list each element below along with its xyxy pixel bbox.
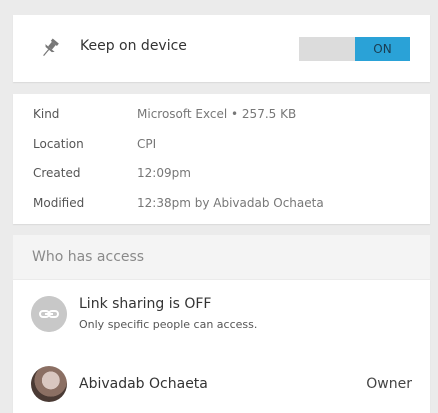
link-icon (31, 296, 67, 332)
pin-icon (43, 38, 59, 57)
detail-value: 12:09pm (137, 166, 191, 180)
who-has-access-title: Who has access (32, 249, 145, 265)
link-sharing-description: Only specific people can access. (79, 318, 258, 331)
owner-name: Abivadab Ochaeta (79, 376, 208, 392)
toggle-on-indicator: ON (355, 37, 410, 61)
detail-key: Modified (33, 196, 85, 210)
detail-key: Kind (33, 107, 60, 121)
keep-on-device-card: Keep on device ON (13, 15, 430, 82)
access-card: Link sharing is OFF Only specific people… (13, 280, 430, 413)
detail-value: CPI (137, 137, 157, 151)
who-has-access-header: Who has access (13, 235, 430, 279)
detail-key: Created (33, 166, 81, 180)
detail-key: Location (33, 137, 84, 151)
owner-role: Owner (366, 376, 412, 392)
keep-on-device-toggle[interactable]: ON (299, 37, 410, 61)
avatar (31, 366, 67, 402)
link-sharing-status: Link sharing is OFF (79, 296, 212, 312)
detail-value: 12:38pm by Abivadab Ochaeta (137, 196, 324, 210)
file-details-card: Kind Microsoft Excel • 257.5 KB Location… (13, 94, 430, 224)
detail-value: Microsoft Excel • 257.5 KB (137, 107, 297, 121)
keep-on-device-label: Keep on device (80, 38, 187, 54)
